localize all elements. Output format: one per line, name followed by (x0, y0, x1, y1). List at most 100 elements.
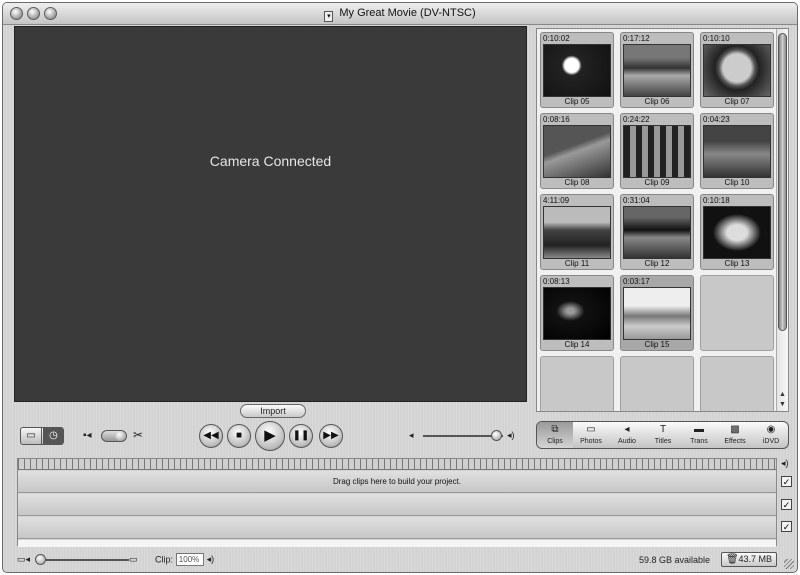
shelf-scrollbar[interactable]: ▲ ▼ (776, 29, 788, 411)
zoom-slider-track[interactable] (45, 559, 129, 561)
clip-thumbnail[interactable] (543, 206, 611, 259)
clip-tile[interactable]: 0:24:22 Clip 09 (620, 113, 694, 189)
clip-thumbnail[interactable] (703, 206, 771, 259)
clip-duration: 0:17:12 (623, 34, 650, 43)
clip-volume-field[interactable]: 100% (175, 553, 204, 566)
audio-track-2[interactable] (18, 517, 776, 539)
monitor-view[interactable]: Camera Connected (14, 26, 527, 402)
video-track-checkbox[interactable]: ✓ (781, 476, 792, 487)
clip-thumbnail[interactable] (623, 206, 691, 259)
trash-icon: 🗑 (726, 554, 739, 565)
audio-track-1-checkbox[interactable]: ✓ (781, 499, 792, 510)
clip-thumbnail[interactable] (543, 287, 611, 340)
clip-duration: 0:10:02 (543, 34, 570, 43)
clip-thumbnail[interactable] (543, 44, 611, 97)
clip-thumbnail[interactable] (703, 44, 771, 97)
clip-thumbnail[interactable] (623, 44, 691, 97)
empty-clip-slot[interactable] (700, 275, 774, 351)
clip-name: Clip 13 (724, 259, 750, 268)
scroll-up-arrow[interactable]: ▲ (778, 390, 787, 399)
clip-name: Clip 14 (564, 340, 590, 349)
fast-forward-button[interactable]: ▶▶ (319, 424, 343, 448)
play-button[interactable]: ▶ (255, 421, 285, 451)
clips-icon: ⧉ (551, 424, 559, 435)
video-track[interactable]: Drag clips here to build your project. (18, 471, 776, 493)
empty-clip-slot[interactable] (700, 356, 774, 411)
speaker-high-icon: ◂) (507, 430, 515, 440)
clip-tile[interactable]: 4:11:09 Clip 11 (540, 194, 614, 270)
clip-duration: 0:10:10 (703, 34, 730, 43)
clip-name: Clip 08 (564, 178, 590, 187)
resize-grip[interactable] (784, 559, 794, 569)
pane-button-label: iDVD (762, 438, 780, 445)
clip-thumbnail[interactable] (623, 125, 691, 178)
empty-clip-slot[interactable] (540, 356, 614, 411)
switch-knob[interactable] (115, 431, 126, 441)
clip-name: Clip 05 (564, 97, 590, 106)
timeline-viewer-mode-icon[interactable]: ◷ (43, 428, 63, 444)
pause-button[interactable]: ❚❚ (289, 424, 313, 448)
import-button[interactable]: Import (240, 404, 306, 418)
photos-icon: ▭ (586, 424, 596, 435)
camera-edit-toggle[interactable]: ▪◂ ✂ (83, 428, 153, 444)
imovie-window: ▾ My Great Movie (DV-NTSC) Camera Connect… (2, 2, 798, 573)
clip-name: Clip 09 (644, 178, 670, 187)
audio-icon: ◂ (624, 424, 630, 435)
camera-icon: ▪◂ (83, 430, 92, 441)
pane-button-label: Audio (618, 438, 636, 445)
clip-thumbnail[interactable] (623, 287, 691, 340)
pane-button-label: Photos (580, 438, 602, 445)
clip-tile[interactable]: 0:08:16 Clip 08 (540, 113, 614, 189)
pane-button-effects[interactable]: ▩ Effects (717, 422, 753, 448)
clip-name: Clip 10 (724, 178, 750, 187)
mode-switch[interactable]: ▭ ◷ (20, 427, 64, 445)
rewind-button[interactable]: ◀◀ (199, 424, 223, 448)
stop-button[interactable]: ■ (227, 424, 251, 448)
timeline[interactable]: Drag clips here to build your project. (17, 458, 777, 547)
timeline-ruler[interactable] (18, 459, 776, 470)
clip-duration: 0:31:04 (623, 196, 650, 205)
transitions-icon: ▬ (694, 424, 704, 435)
shelf-scroll-thumb[interactable] (778, 33, 787, 331)
clip-thumbnail[interactable] (703, 125, 771, 178)
volume-slider-knob[interactable] (491, 430, 502, 441)
clip-tile[interactable]: 0:10:18 Clip 13 (700, 194, 774, 270)
clip-tile[interactable]: 0:04:23 Clip 10 (700, 113, 774, 189)
pane-button-trans[interactable]: ▬ Trans (681, 422, 717, 448)
pane-button-idvd[interactable]: ◉ iDVD (753, 422, 788, 448)
pane-buttons: ⧉ Clips ▭ Photos ◂ Audio T Titles ▬ Trans ▩ Effects… (536, 421, 789, 449)
pane-button-audio[interactable]: ◂ Audio (609, 422, 645, 448)
pane-button-photos[interactable]: ▭ Photos (573, 422, 609, 448)
clip-thumbnail[interactable] (543, 125, 611, 178)
camera-mode-switch[interactable] (101, 430, 127, 442)
speaker-icon: ◂) (781, 458, 789, 468)
clip-tile[interactable]: 0:10:02 Clip 05 (540, 32, 614, 108)
clip-tile[interactable]: 0:17:12 Clip 06 (620, 32, 694, 108)
clip-volume: Clip: 100% ◂) (155, 553, 214, 567)
volume-control: ◂ ◂) (409, 430, 521, 442)
clip-duration: 0:10:18 (703, 196, 730, 205)
clip-tile[interactable]: 0:08:13 Clip 14 (540, 275, 614, 351)
timeline-hint: Drag clips here to build your project. (332, 477, 462, 486)
pane-button-label: Clips (547, 438, 563, 445)
empty-clip-slot[interactable] (620, 356, 694, 411)
clip-volume-label: Clip: (155, 554, 174, 565)
pane-button-clips[interactable]: ⧉ Clips (537, 422, 573, 448)
clip-viewer-mode-icon[interactable]: ▭ (21, 428, 42, 444)
clip-tile[interactable]: 0:10:10 Clip 07 (700, 32, 774, 108)
clip-duration: 0:08:16 (543, 115, 570, 124)
audio-track-2-checkbox[interactable]: ✓ (781, 521, 792, 532)
pane-button-titles[interactable]: T Titles (645, 422, 681, 448)
scroll-down-arrow[interactable]: ▼ (778, 400, 787, 409)
pane-button-label: Effects (724, 438, 746, 445)
audio-track-1[interactable] (18, 494, 776, 516)
clips-shelf[interactable]: 0:10:02 Clip 05 0:17:12 Clip 06 0:10:10 Clip … (536, 28, 789, 412)
disk-free-space: 59.8 GB available (639, 555, 711, 565)
title-bar[interactable]: ▾ My Great Movie (DV-NTSC) (3, 3, 797, 25)
window-title: ▾ My Great Movie (DV-NTSC) (3, 7, 797, 22)
clip-tile[interactable]: 0:31:04 Clip 12 (620, 194, 694, 270)
trash-button[interactable]: 🗑 43.7 MB (721, 552, 777, 567)
scissors-icon: ✂ (133, 428, 144, 442)
clip-name: Clip 06 (644, 97, 670, 106)
clip-tile[interactable]: 0:03:17 Clip 15 (620, 275, 694, 351)
